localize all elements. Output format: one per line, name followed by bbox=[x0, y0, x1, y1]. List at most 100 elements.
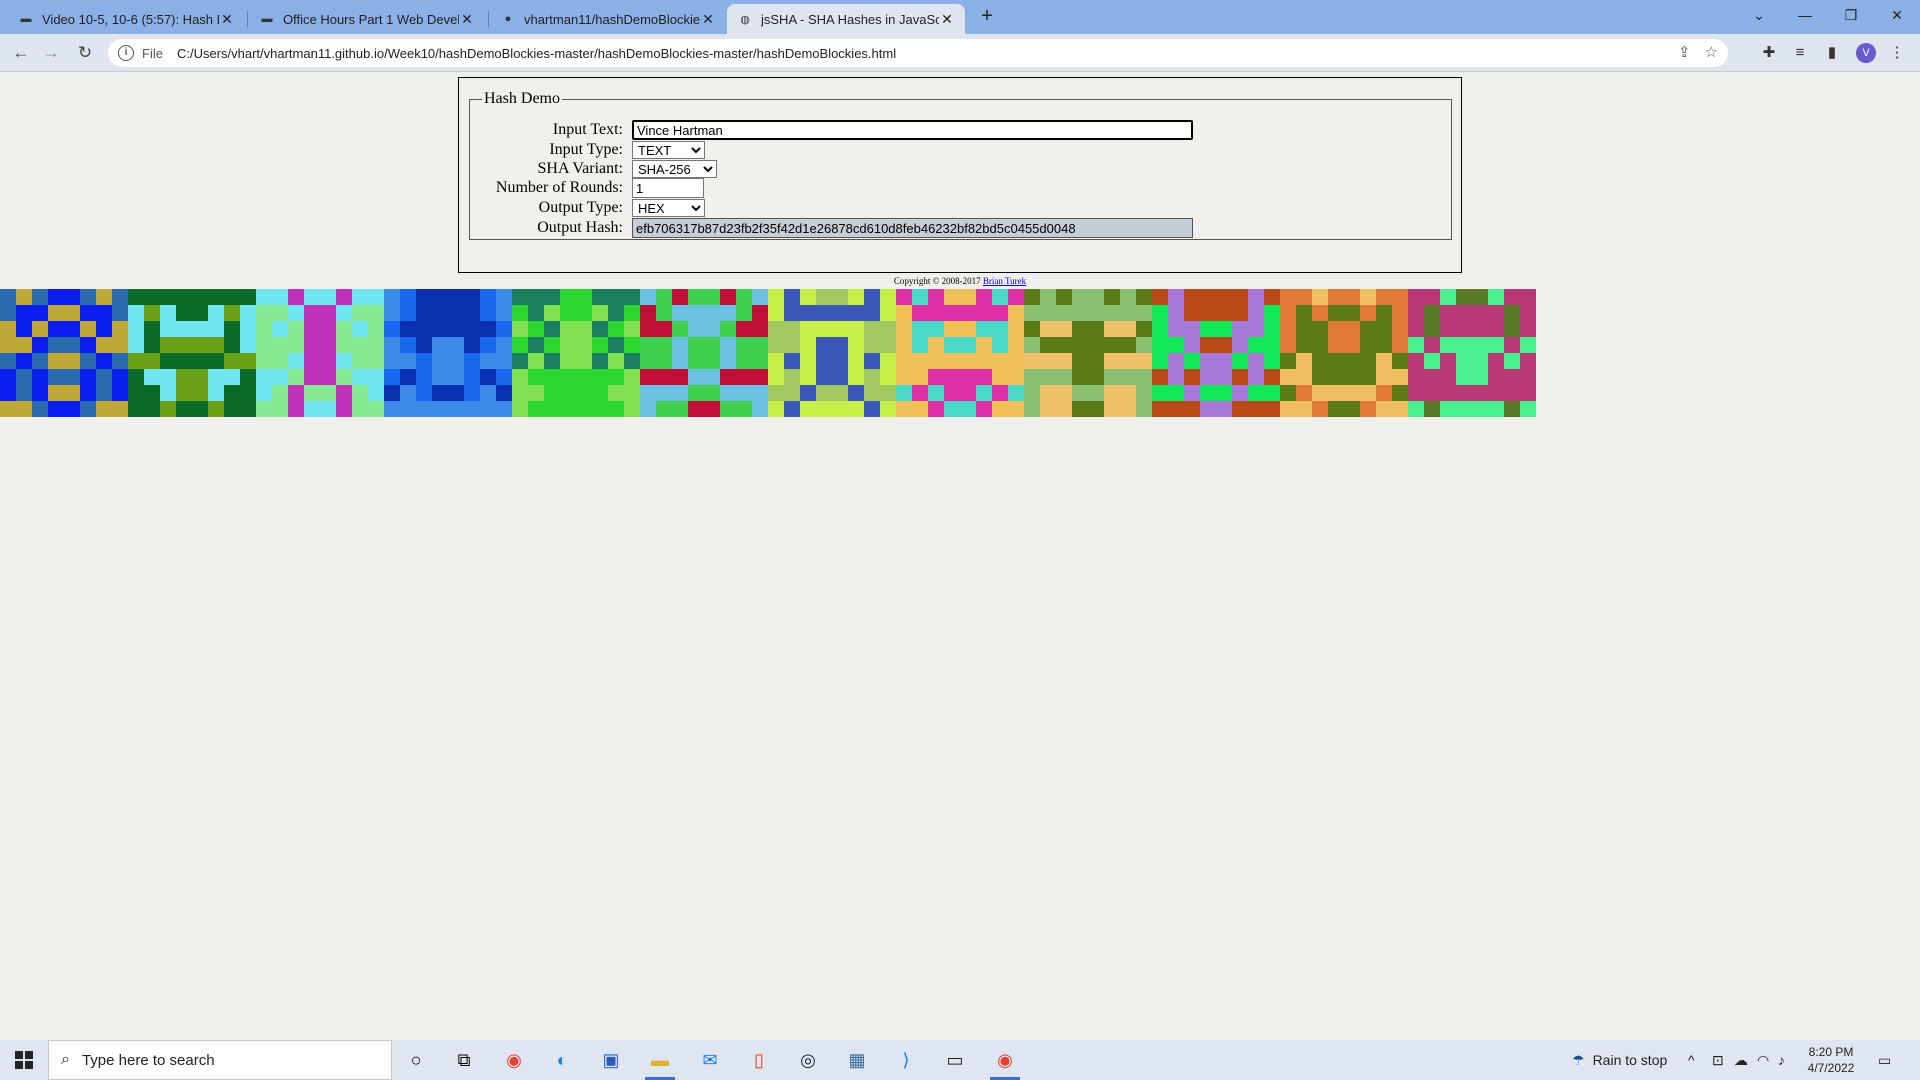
chrome-icon[interactable]: ◉ bbox=[490, 1044, 538, 1076]
blockie-pixel bbox=[1392, 369, 1408, 385]
close-tab-icon[interactable]: ✕ bbox=[939, 11, 955, 28]
scheme-label: File bbox=[142, 45, 163, 61]
vscode-icon[interactable]: ⟩ bbox=[882, 1044, 930, 1076]
bookmark-star-icon[interactable]: ☆ bbox=[1705, 43, 1718, 61]
author-link[interactable]: Brian Turek bbox=[983, 276, 1026, 286]
sha-variant-select[interactable]: SHA-256 bbox=[632, 159, 717, 178]
terminal-icon[interactable]: ▭ bbox=[931, 1044, 979, 1076]
blockie-pixel bbox=[1424, 321, 1440, 337]
input-text-field[interactable] bbox=[632, 120, 1193, 140]
blockie-pixel bbox=[1312, 321, 1328, 337]
calculator-icon[interactable]: ▦ bbox=[833, 1044, 881, 1076]
store-icon[interactable]: ▣ bbox=[587, 1044, 635, 1076]
blockie-pixel bbox=[1520, 385, 1536, 401]
browser-tab-1[interactable]: ▬ Video 10-5, 10-6 (5:57): Hash De ✕ bbox=[8, 4, 245, 34]
blockie-pixel bbox=[1296, 289, 1312, 305]
reading-list-icon[interactable]: ≡ bbox=[1789, 42, 1811, 64]
close-tab-icon[interactable]: ✕ bbox=[219, 11, 235, 28]
wifi-icon[interactable]: ◠ bbox=[1757, 1040, 1769, 1080]
forward-arrow-icon[interactable]: → bbox=[40, 42, 62, 64]
weather-widget[interactable]: ☂ Rain to stop bbox=[1572, 1040, 1667, 1080]
meet-now-icon[interactable]: ⊡ bbox=[1712, 1040, 1724, 1080]
volume-icon[interactable]: ♪ bbox=[1778, 1040, 1785, 1080]
blockie-pixel bbox=[832, 321, 848, 337]
blockie-pixel bbox=[1216, 369, 1232, 385]
blockie-pixel bbox=[528, 289, 544, 305]
tray-chevron-icon[interactable]: ^ bbox=[1688, 1040, 1695, 1080]
system-clock[interactable]: 8:20 PM 4/7/2022 bbox=[1796, 1044, 1866, 1076]
blockie-pixel bbox=[496, 353, 512, 369]
input-type-select[interactable]: TEXT bbox=[632, 140, 705, 159]
blockie-pixel bbox=[720, 369, 736, 385]
back-arrow-icon[interactable]: ← bbox=[10, 42, 32, 64]
blockie-pixel bbox=[720, 305, 736, 321]
blockie-pixel bbox=[960, 321, 976, 337]
output-type-select[interactable]: HEX bbox=[632, 198, 705, 217]
side-panel-icon[interactable]: ▮ bbox=[1821, 42, 1843, 64]
blockie-pixel bbox=[608, 305, 624, 321]
start-button[interactable] bbox=[0, 1040, 48, 1080]
mail-icon[interactable]: ✉ bbox=[686, 1044, 734, 1076]
blockie-pixel bbox=[784, 401, 800, 417]
blockie-pixel bbox=[1248, 353, 1264, 369]
blockie-pixel bbox=[640, 369, 656, 385]
info-icon[interactable]: i bbox=[118, 45, 134, 61]
blockie-pixel bbox=[848, 289, 864, 305]
blockie-pixel bbox=[1280, 321, 1296, 337]
profile-avatar[interactable]: V bbox=[1856, 43, 1876, 63]
browser-tab-3[interactable]: ● vhartman11/hashDemoBlockies ✕ bbox=[490, 4, 726, 34]
blockie-pixel bbox=[400, 385, 416, 401]
close-tab-icon[interactable]: ✕ bbox=[700, 11, 716, 28]
blockie-pixel bbox=[464, 353, 480, 369]
blockie-pixel bbox=[1280, 289, 1296, 305]
blockie-pixel bbox=[1056, 289, 1072, 305]
reload-icon[interactable]: ↻ bbox=[74, 42, 96, 64]
blockie-pixel bbox=[864, 369, 880, 385]
onedrive-cloud-icon[interactable]: ☁ bbox=[1734, 1040, 1748, 1080]
blockie-pixel bbox=[544, 337, 560, 353]
blockie-pixel bbox=[176, 369, 192, 385]
edge-icon[interactable]: ◐ bbox=[538, 1044, 586, 1076]
office-icon[interactable]: ▯ bbox=[735, 1044, 783, 1076]
blockie-pixel bbox=[1504, 353, 1520, 369]
steam-icon[interactable]: ◎ bbox=[784, 1044, 832, 1076]
browser-tab-2[interactable]: ▬ Office Hours Part 1 Web Develop ✕ bbox=[249, 4, 485, 34]
taskbar-search[interactable]: ⌕ Type here to search bbox=[48, 1040, 392, 1080]
close-tab-icon[interactable]: ✕ bbox=[459, 11, 475, 28]
notification-icon[interactable]: ▭ bbox=[1878, 1040, 1891, 1080]
url-text[interactable]: C:/Users/vhart/vhartman11.github.io/Week… bbox=[177, 46, 896, 61]
browser-tab-4-active[interactable]: ◍ jsSHA - SHA Hashes in JavaScript ✕ bbox=[727, 4, 965, 34]
tab-strip: ▬ Video 10-5, 10-6 (5:57): Hash De ✕ ▬ O… bbox=[0, 0, 1920, 34]
blockie-pixel bbox=[96, 369, 112, 385]
blockie-pixel bbox=[528, 321, 544, 337]
close-window-button[interactable]: ✕ bbox=[1874, 0, 1920, 30]
output-hash-field[interactable] bbox=[632, 218, 1193, 238]
blockie-pixel bbox=[864, 321, 880, 337]
file-explorer-icon[interactable]: ▬ bbox=[636, 1044, 684, 1080]
cortana-icon[interactable]: ○ bbox=[392, 1044, 440, 1076]
blockie-pixel bbox=[624, 401, 640, 417]
blockie-pixel bbox=[400, 289, 416, 305]
chrome-active-icon[interactable]: ◉ bbox=[981, 1044, 1029, 1080]
blockie-pixel bbox=[656, 401, 672, 417]
tab-search-chevron-icon[interactable]: ⌄ bbox=[1736, 0, 1782, 30]
blockie-pixel bbox=[304, 369, 320, 385]
blockie-pixel bbox=[704, 385, 720, 401]
blockie-pixel bbox=[288, 305, 304, 321]
extensions-puzzle-icon[interactable]: ✚ bbox=[1758, 42, 1780, 64]
blockie-pixel bbox=[800, 369, 816, 385]
minimize-button[interactable]: — bbox=[1782, 0, 1828, 30]
blockie-pixel bbox=[800, 289, 816, 305]
blockie-pixel bbox=[800, 305, 816, 321]
blockie-pixel bbox=[1456, 369, 1472, 385]
blockie-pixel bbox=[816, 353, 832, 369]
restore-button[interactable]: ❐ bbox=[1828, 0, 1874, 30]
share-icon[interactable]: ⇪ bbox=[1678, 43, 1691, 61]
blockie-pixel bbox=[1168, 353, 1184, 369]
rounds-input[interactable] bbox=[632, 178, 704, 198]
blockie-pixel bbox=[864, 289, 880, 305]
menu-kebab-icon[interactable]: ⋮ bbox=[1886, 42, 1908, 64]
new-tab-button[interactable]: + bbox=[976, 5, 998, 27]
address-bar[interactable]: i File C:/Users/vhart/vhartman11.github.… bbox=[108, 39, 1728, 67]
task-view-icon[interactable]: ⧉ bbox=[440, 1044, 488, 1076]
